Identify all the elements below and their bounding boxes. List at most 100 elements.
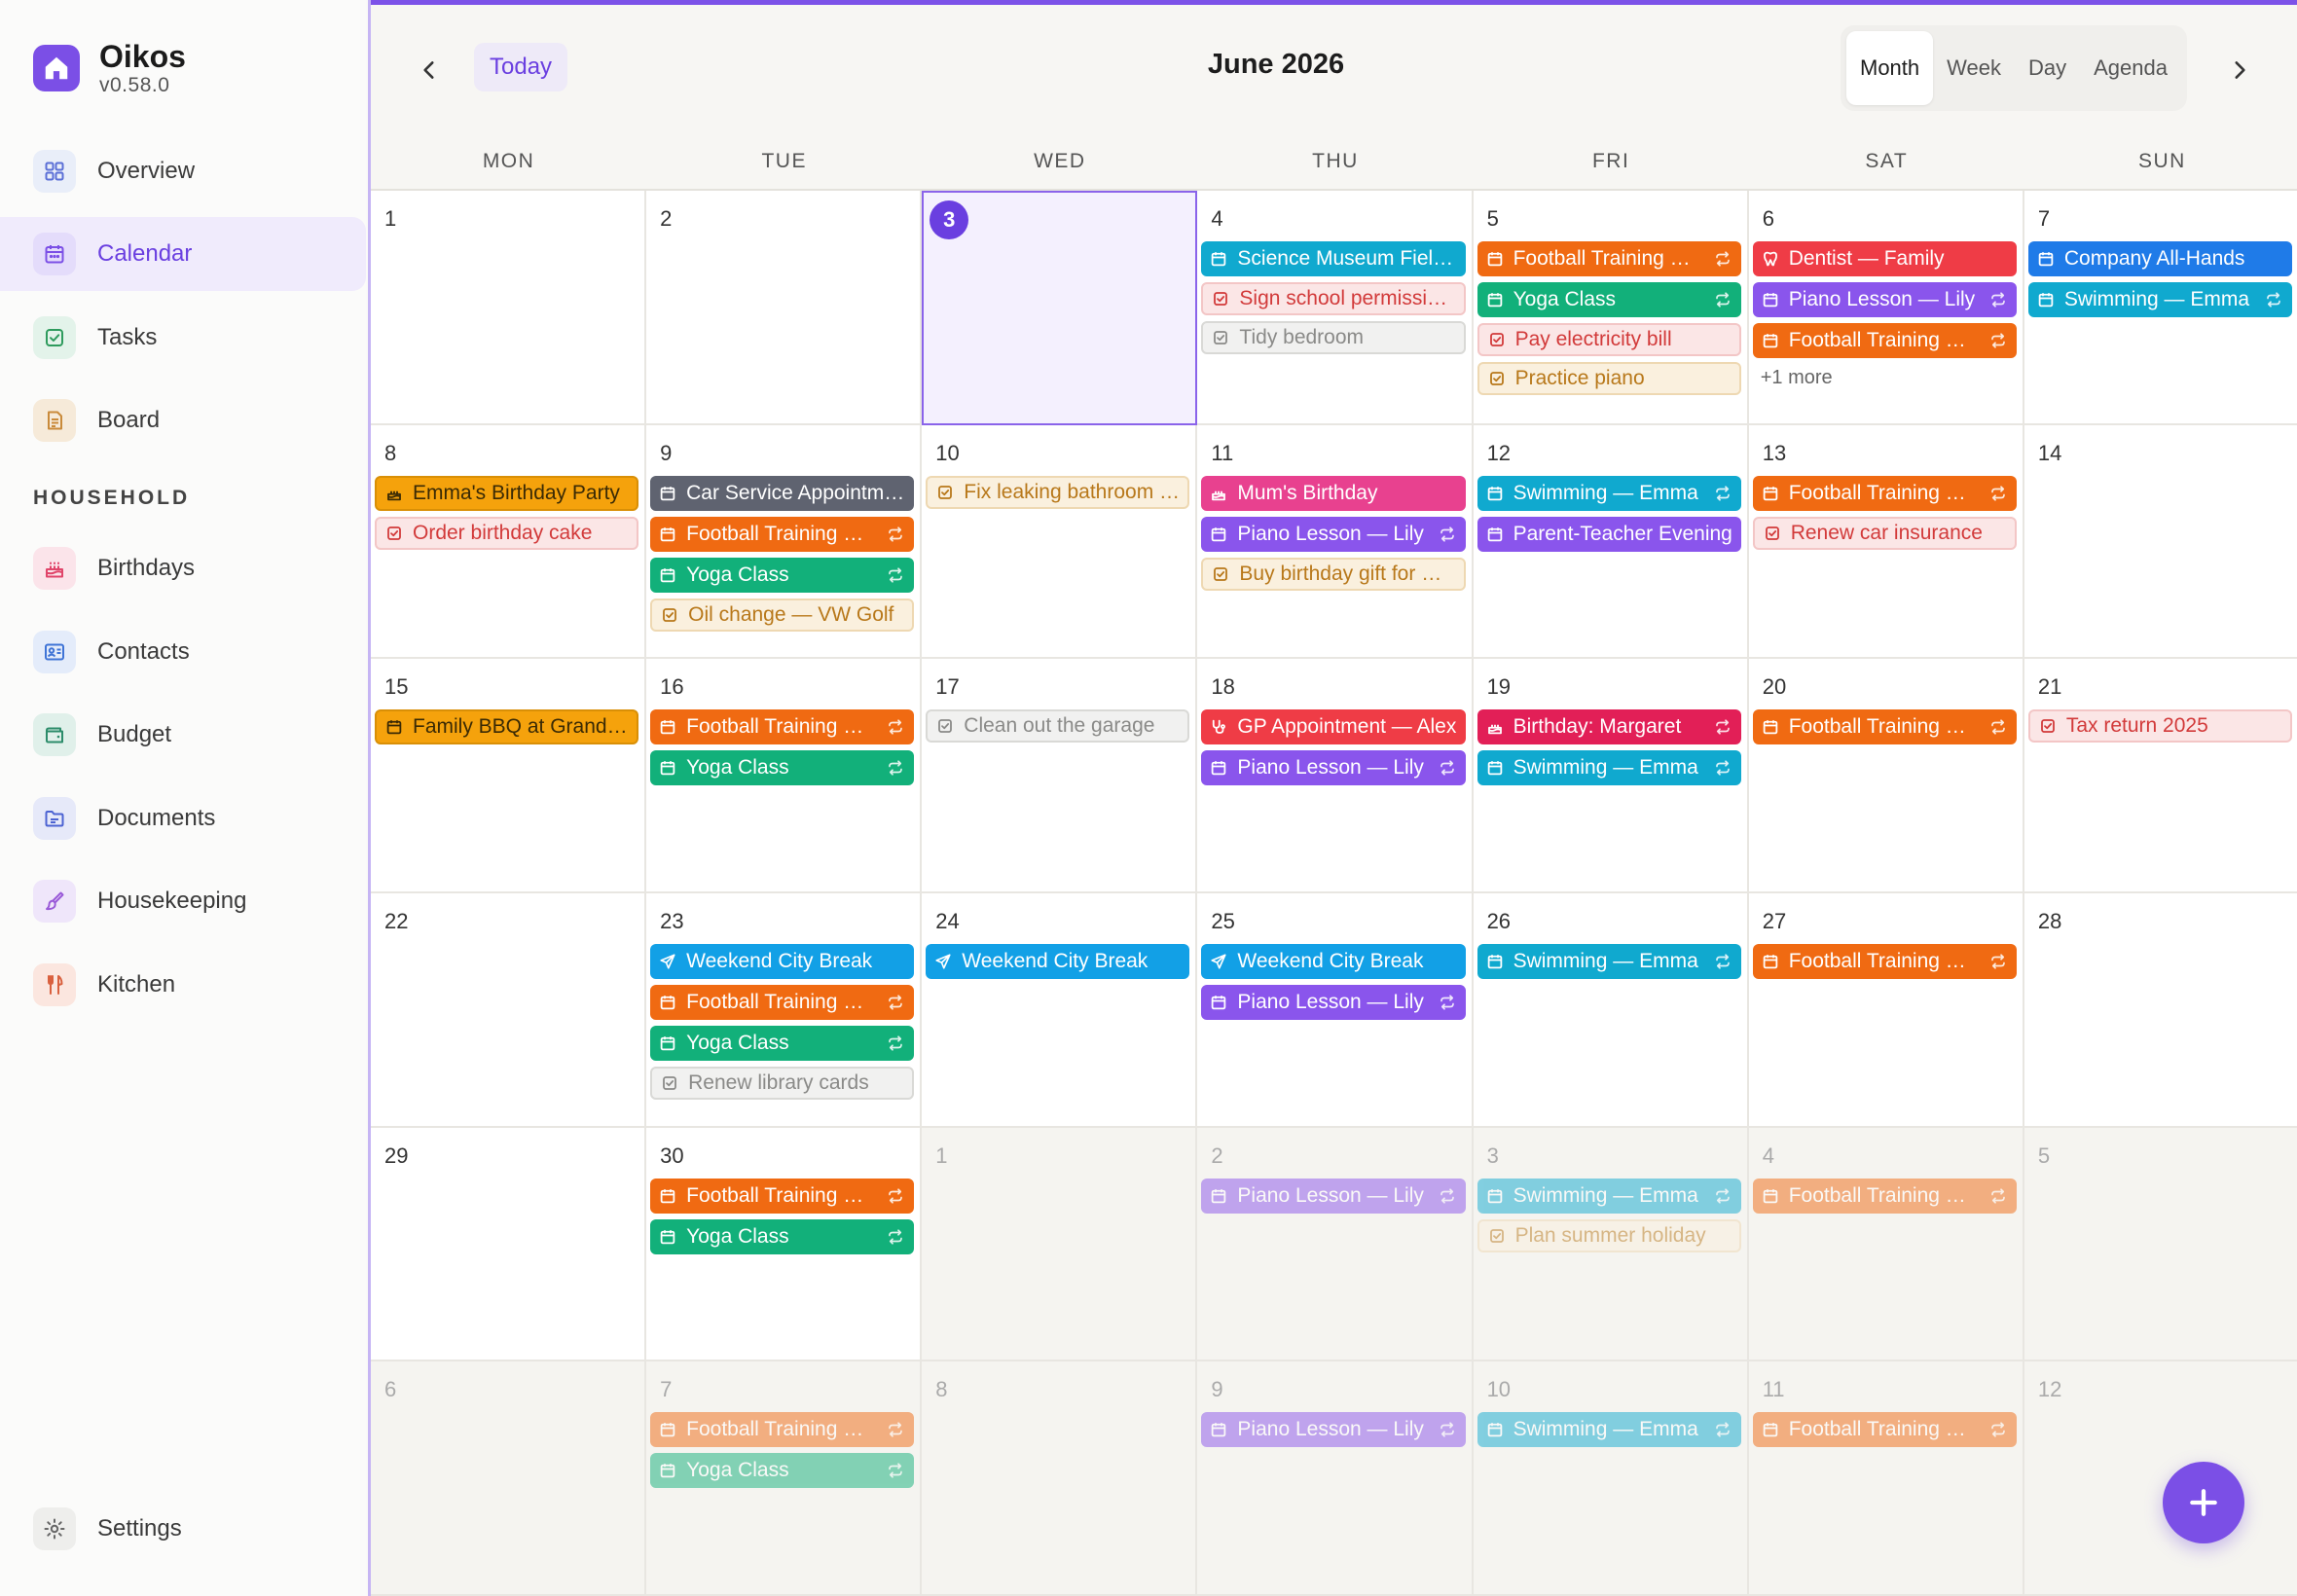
event-chip[interactable]: Football Training — Jamie xyxy=(650,985,915,1020)
event-chip[interactable]: Weekend City Break xyxy=(1201,944,1466,979)
sidebar-item-birthdays[interactable]: Birthdays xyxy=(0,531,366,605)
next-month-button[interactable] xyxy=(2220,51,2259,90)
add-event-button[interactable] xyxy=(2163,1462,2244,1543)
event-chip[interactable]: Yoga Class xyxy=(650,1453,915,1489)
day-cell[interactable]: 13Football Training — Jamie Renew car ins… xyxy=(1748,424,2024,660)
day-cell[interactable]: 24 Weekend City Break xyxy=(922,893,1198,1128)
event-chip[interactable]: Swimming — Emma xyxy=(1477,475,1741,511)
day-cell[interactable]: 6 Dentist — Family Piano Lesson — Lily Foot… xyxy=(1748,191,2024,425)
task-chip[interactable]: Tax return 2025 xyxy=(2027,709,2292,744)
event-chip[interactable]: GP Appointment — Alex xyxy=(1201,709,1466,745)
task-chip[interactable]: Renew library cards xyxy=(650,1067,915,1100)
event-chip[interactable]: Piano Lesson — Lily xyxy=(1201,1178,1466,1214)
task-chip[interactable]: Renew car insurance xyxy=(1752,516,2017,550)
event-chip[interactable]: Company All-Hands xyxy=(2027,241,2292,276)
day-cell[interactable]: 14 xyxy=(2024,424,2297,660)
day-cell[interactable]: 7 Company All-Hands Swimming — Emma xyxy=(2024,191,2297,425)
previous-month-button[interactable] xyxy=(410,51,449,90)
event-chip[interactable]: Football Training — Jamie xyxy=(650,516,915,552)
day-cell[interactable]: 9 Piano Lesson — Lily xyxy=(1197,1361,1474,1596)
event-chip[interactable]: Football Training — Jamie xyxy=(1477,241,1741,276)
sidebar-item-calendar[interactable]: Calendar xyxy=(0,217,366,291)
day-cell[interactable]: 15 Family BBQ at Grandma's xyxy=(371,659,647,893)
day-cell[interactable]: 20Football Training — Jamie xyxy=(1748,659,2024,893)
day-cell[interactable]: 8 xyxy=(922,1361,1198,1596)
day-cell[interactable]: 3 Swimming — Emma Plan summer holiday xyxy=(1473,1127,1749,1362)
day-cell[interactable]: 29 xyxy=(371,1127,647,1362)
task-chip[interactable]: Fix leaking bathroom tap xyxy=(926,475,1190,509)
sidebar-item-tasks[interactable]: Tasks xyxy=(0,301,366,375)
event-chip[interactable]: Piano Lesson — Lily xyxy=(1201,985,1466,1020)
event-chip[interactable]: Football Training — Jamie xyxy=(1752,1178,2017,1214)
day-cell[interactable]: 2 xyxy=(646,191,923,425)
event-chip[interactable]: Emma's Birthday Party xyxy=(375,475,639,511)
task-chip[interactable]: Clean out the garage xyxy=(926,709,1190,744)
day-cell[interactable]: 4 Science Museum Field Trip Sign school pe… xyxy=(1197,191,1474,425)
day-cell[interactable]: 18 GP Appointment — Alex Piano Lesson — Li… xyxy=(1197,659,1474,893)
sidebar-item-contacts[interactable]: Contacts xyxy=(0,615,366,689)
day-cell[interactable]: 21 Tax return 2025 xyxy=(2024,659,2297,893)
day-cell[interactable]: 1 xyxy=(371,191,647,425)
day-cell[interactable]: 2 Piano Lesson — Lily xyxy=(1197,1127,1474,1362)
event-chip[interactable]: Piano Lesson — Lily xyxy=(1201,1412,1466,1448)
view-week-button[interactable]: Week xyxy=(1933,31,2015,105)
sidebar-item-board[interactable]: Board xyxy=(0,383,366,457)
event-chip[interactable]: Mum's Birthday xyxy=(1201,475,1466,511)
event-chip[interactable]: Piano Lesson — Lily xyxy=(1201,516,1466,552)
day-cell[interactable]: 12 xyxy=(2024,1361,2297,1596)
event-chip[interactable]: Yoga Class xyxy=(650,1218,915,1254)
sidebar-item-housekeeping[interactable]: Housekeeping xyxy=(0,864,366,938)
day-cell[interactable]: 17 Clean out the garage xyxy=(922,659,1198,893)
task-chip[interactable]: Tidy bedroom xyxy=(1201,321,1466,354)
day-cell[interactable]: 1 xyxy=(922,1127,1198,1362)
view-month-button[interactable]: Month xyxy=(1846,31,1934,105)
event-chip[interactable]: Yoga Class xyxy=(650,750,915,786)
event-chip[interactable]: Yoga Class xyxy=(1477,282,1741,317)
event-chip[interactable]: Football Training — Jamie xyxy=(650,1178,915,1214)
day-cell[interactable]: 4 Football Training — Jamie xyxy=(1748,1127,2024,1362)
event-chip[interactable]: Football Training — Jamie xyxy=(1752,323,2017,358)
day-cell[interactable]: 5 xyxy=(2024,1127,2297,1362)
event-chip[interactable]: Piano Lesson — Lily xyxy=(1201,750,1466,786)
event-chip[interactable]: Yoga Class xyxy=(650,1026,915,1061)
task-chip[interactable]: Pay electricity bill xyxy=(1477,323,1741,356)
event-chip[interactable]: Parent-Teacher Evening xyxy=(1477,516,1741,552)
task-chip[interactable]: Buy birthday gift for Mum xyxy=(1201,557,1466,591)
event-chip[interactable]: Swimming — Emma xyxy=(1477,944,1741,979)
day-cell[interactable]: 9 Car Service Appointment Football Trainin… xyxy=(646,424,923,660)
event-chip[interactable]: Dentist — Family xyxy=(1752,241,2017,276)
today-button[interactable]: Today xyxy=(474,43,568,91)
day-cell[interactable]: 25 Weekend City Break Piano Lesson — Lily xyxy=(1197,893,1474,1128)
event-chip[interactable]: Birthday: Margaret xyxy=(1477,709,1741,745)
event-chip[interactable]: Football Training — Jamie xyxy=(1752,1412,2017,1448)
event-chip[interactable]: Football Training — Jamie xyxy=(1752,944,2017,979)
event-chip[interactable]: Football Training — Jamie xyxy=(1752,709,2017,745)
task-chip[interactable]: Order birthday cake xyxy=(375,516,639,550)
day-cell[interactable]: 16Football Training — Jamie Yoga Class xyxy=(646,659,923,893)
event-chip[interactable]: Family BBQ at Grandma's xyxy=(375,709,639,745)
day-cell[interactable]: 30Football Training — Jamie Yoga Class xyxy=(646,1127,923,1362)
event-chip[interactable]: Swimming — Emma xyxy=(1477,1178,1741,1214)
day-cell[interactable]: 10 Fix leaking bathroom tap xyxy=(922,424,1198,660)
sidebar-item-overview[interactable]: Overview xyxy=(0,134,366,208)
event-chip[interactable]: Swimming — Emma xyxy=(1477,750,1741,786)
day-cell[interactable]: 7 Football Training — Jamie Yoga Class xyxy=(646,1361,923,1596)
sidebar-item-settings[interactable]: Settings xyxy=(0,1492,366,1566)
event-chip[interactable]: Weekend City Break xyxy=(650,944,915,979)
day-cell[interactable]: 8 Emma's Birthday Party Order birthday cak… xyxy=(371,424,647,660)
day-cell-today[interactable]: 3 xyxy=(922,191,1198,425)
event-chip[interactable]: Science Museum Field Trip xyxy=(1201,241,1466,276)
day-cell[interactable]: 11 Mum's Birthday Piano Lesson — Lily Buy b… xyxy=(1197,424,1474,660)
day-cell[interactable]: 12 Swimming — Emma Parent-Teacher Evening xyxy=(1473,424,1749,660)
day-cell[interactable]: 26 Swimming — Emma xyxy=(1473,893,1749,1128)
task-chip[interactable]: Sign school permission slip xyxy=(1201,282,1466,315)
event-chip[interactable]: Swimming — Emma xyxy=(1477,1412,1741,1448)
event-chip[interactable]: Football Training — Jamie xyxy=(650,1412,915,1448)
day-cell[interactable]: 27Football Training — Jamie xyxy=(1748,893,2024,1128)
task-chip[interactable]: Practice piano xyxy=(1477,362,1741,395)
brand[interactable]: Oikos v0.58.0 xyxy=(33,39,186,97)
event-chip[interactable]: Swimming — Emma xyxy=(2027,282,2292,317)
day-cell[interactable]: 28 xyxy=(2024,893,2297,1128)
task-chip[interactable]: Plan summer holiday xyxy=(1477,1218,1741,1252)
day-cell[interactable]: 23 Weekend City Break Football Training — … xyxy=(646,893,923,1128)
